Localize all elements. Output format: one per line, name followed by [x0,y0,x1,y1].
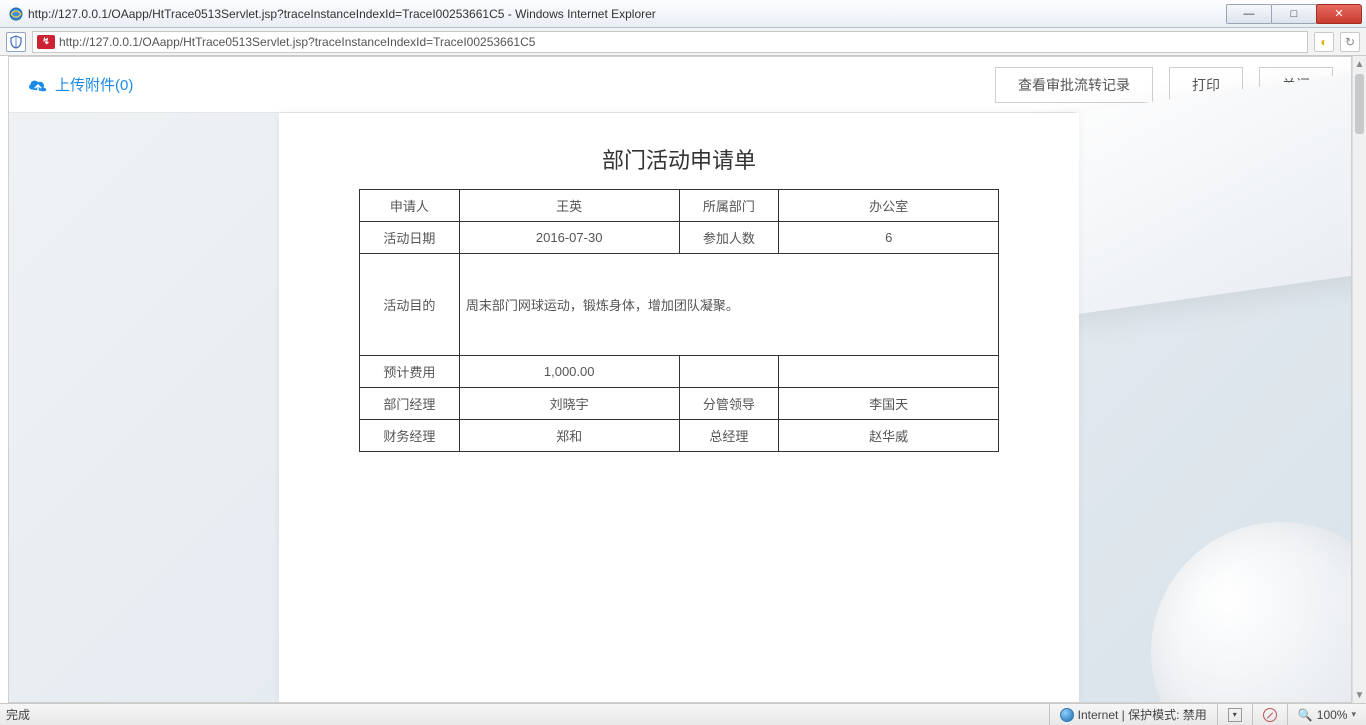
cost-value: 1,000.00 [459,356,679,388]
security-shield-icon[interactable] [6,32,26,52]
window-titlebar: http://127.0.0.1/OAapp/HtTrace0513Servle… [0,0,1366,28]
status-protected-mode-dropdown[interactable]: ▾ [1217,704,1252,725]
cost-blank1 [679,356,779,388]
refresh-button[interactable]: ↻ [1340,32,1360,52]
cost-label: 预计费用 [360,356,460,388]
zoom-value: 100% [1317,708,1348,722]
minimize-button[interactable]: — [1226,4,1272,24]
ie-favicon [8,6,24,22]
fin-mgr-label: 财务经理 [360,420,460,452]
purpose-label: 活动目的 [360,254,460,356]
dept-mgr-value: 刘晓宇 [459,388,679,420]
dropdown-icon: ▾ [1228,708,1242,722]
compat-badge-icon: ↯ [37,35,55,49]
maximize-button[interactable]: □ [1271,4,1317,24]
form-background: 部门活动申请单 申请人 王英 所属部门 办公室 活动日期 2016-07-30 … [9,113,1351,702]
status-zone-text: Internet | 保护模式: 禁用 [1078,706,1207,723]
url-field[interactable]: ↯ http://127.0.0.1/OAapp/HtTrace0513Serv… [32,31,1308,53]
application-form-table: 申请人 王英 所属部门 办公室 活动日期 2016-07-30 参加人数 6 活… [359,189,999,452]
browser-viewport: 上传附件(0) 查看审批流转记录 打印 关闭 部门活动申请单 申请人 王英 所属… [0,56,1366,703]
scroll-thumb[interactable] [1355,74,1364,134]
upload-attachment-link[interactable]: 上传附件(0) [27,74,133,95]
count-value: 6 [779,222,999,254]
applicant-value: 王英 [459,190,679,222]
date-label: 活动日期 [360,222,460,254]
applicant-label: 申请人 [360,190,460,222]
vp-label: 分管领导 [679,388,779,420]
url-text: http://127.0.0.1/OAapp/HtTrace0513Servle… [59,35,535,49]
compat-view-button[interactable]: ◐ [1314,32,1334,52]
internet-zone-icon [1060,708,1074,722]
address-bar: ↯ http://127.0.0.1/OAapp/HtTrace0513Serv… [0,28,1366,56]
zoom-icon: 🔍 [1298,708,1313,722]
vp-value: 李国天 [779,388,999,420]
dept-label: 所属部门 [679,190,779,222]
status-bar: 完成 Internet | 保护模式: 禁用 ▾ 🔍 100% [0,703,1366,725]
view-approval-history-button[interactable]: 查看审批流转记录 [995,67,1153,103]
dept-value: 办公室 [779,190,999,222]
vertical-scrollbar[interactable]: ▲ ▼ [1352,56,1366,703]
upload-attachment-label: 上传附件(0) [55,74,133,95]
window-close-button[interactable]: ✕ [1316,4,1362,24]
form-paper: 部门活动申请单 申请人 王英 所属部门 办公室 活动日期 2016-07-30 … [279,113,1079,702]
purpose-value: 周末部门网球运动，锻炼身体，增加团队凝聚。 [459,254,998,356]
scroll-up-arrow-icon[interactable]: ▲ [1353,56,1366,72]
status-text: 完成 [0,706,1049,723]
fin-mgr-value: 郑和 [459,420,679,452]
date-value: 2016-07-30 [459,222,679,254]
form-title: 部门活动申请单 [339,143,1019,175]
status-zone[interactable]: Internet | 保护模式: 禁用 [1049,704,1217,725]
status-popup-blocked[interactable] [1252,704,1287,725]
window-title: http://127.0.0.1/OAapp/HtTrace0513Servle… [28,7,1227,21]
gm-label: 总经理 [679,420,779,452]
zoom-control[interactable]: 🔍 100% [1287,704,1366,725]
scroll-down-arrow-icon[interactable]: ▼ [1353,687,1366,703]
dept-mgr-label: 部门经理 [360,388,460,420]
gm-value: 赵华威 [779,420,999,452]
cost-blank2 [779,356,999,388]
cloud-upload-icon [27,76,49,94]
count-label: 参加人数 [679,222,779,254]
content-frame: 上传附件(0) 查看审批流转记录 打印 关闭 部门活动申请单 申请人 王英 所属… [8,56,1352,703]
blocked-icon [1263,708,1277,722]
